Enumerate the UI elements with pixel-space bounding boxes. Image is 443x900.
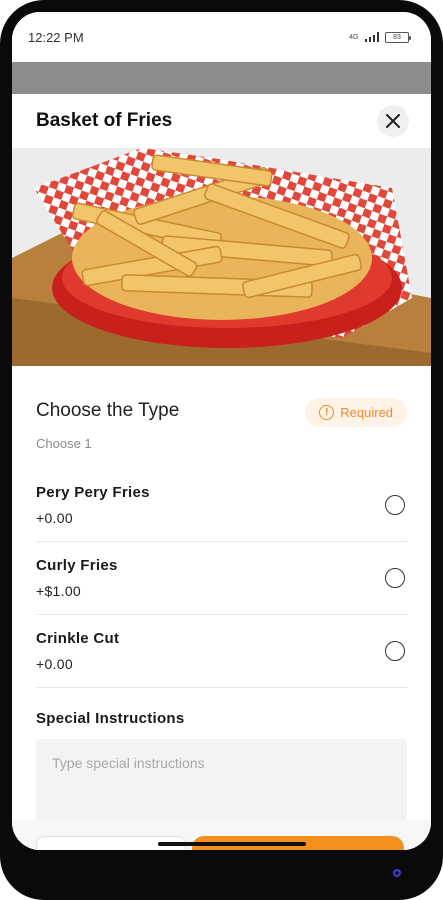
alert-icon: ! bbox=[319, 405, 335, 420]
battery-icon: 83 bbox=[385, 31, 411, 43]
network-label: 4G bbox=[349, 33, 359, 41]
network-indicator: 4G bbox=[349, 34, 358, 41]
choose-type-title: Choose the Type bbox=[36, 400, 180, 421]
bottom-action-bar bbox=[12, 820, 431, 850]
option-price: +0.00 bbox=[36, 510, 73, 526]
dim-overlay[interactable] bbox=[12, 62, 431, 94]
option-name: Crinkle Cut bbox=[36, 630, 120, 647]
close-button[interactable] bbox=[377, 105, 409, 137]
choose-type-section: Choose the Type Choose 1 ! Required Pery… bbox=[12, 366, 431, 850]
sheet-header: Basket of Fries bbox=[12, 94, 431, 148]
status-icons: 4G 83 bbox=[349, 31, 411, 43]
item-title: Basket of Fries bbox=[36, 110, 173, 131]
status-bar: 12:22 PM 4G 83 bbox=[12, 12, 431, 62]
screen: 12:22 PM 4G 83 Basket of Fries Choose th… bbox=[12, 12, 431, 850]
option-radio[interactable] bbox=[385, 495, 405, 515]
power-button bbox=[439, 330, 443, 380]
option-list: Pery Pery Fries +0.00 Curly Fries +$1.00 bbox=[36, 469, 407, 688]
signal-icon bbox=[364, 32, 379, 42]
required-badge: ! Required bbox=[305, 398, 407, 427]
status-time: 12:22 PM bbox=[28, 29, 84, 45]
assistant-icon bbox=[393, 869, 401, 877]
option-name: Curly Fries bbox=[36, 557, 118, 574]
special-instructions-label: Special Instructions bbox=[36, 710, 185, 727]
choose-type-header: Choose the Type Choose 1 ! Required bbox=[36, 366, 407, 451]
option-name: Pery Pery Fries bbox=[36, 484, 150, 501]
battery-level: 83 bbox=[393, 33, 401, 41]
option-item[interactable]: Curly Fries +$1.00 bbox=[36, 542, 407, 615]
home-indicator[interactable] bbox=[158, 842, 306, 846]
close-icon bbox=[386, 114, 400, 128]
phone-frame: 12:22 PM 4G 83 Basket of Fries Choose th… bbox=[0, 0, 443, 900]
volume-button bbox=[439, 168, 443, 248]
fries-photo bbox=[12, 148, 431, 366]
option-radio[interactable] bbox=[385, 641, 405, 661]
option-radio[interactable] bbox=[385, 568, 405, 588]
required-label: Required bbox=[340, 405, 393, 420]
choose-type-subtitle: Choose 1 bbox=[36, 436, 92, 451]
option-price: +0.00 bbox=[36, 656, 73, 672]
item-sheet: Basket of Fries Choose the Type Choose 1… bbox=[12, 94, 431, 850]
option-price: +$1.00 bbox=[36, 583, 82, 599]
option-item[interactable]: Pery Pery Fries +0.00 bbox=[36, 469, 407, 542]
item-image bbox=[12, 148, 431, 366]
option-item[interactable]: Crinkle Cut +0.00 bbox=[36, 615, 407, 688]
